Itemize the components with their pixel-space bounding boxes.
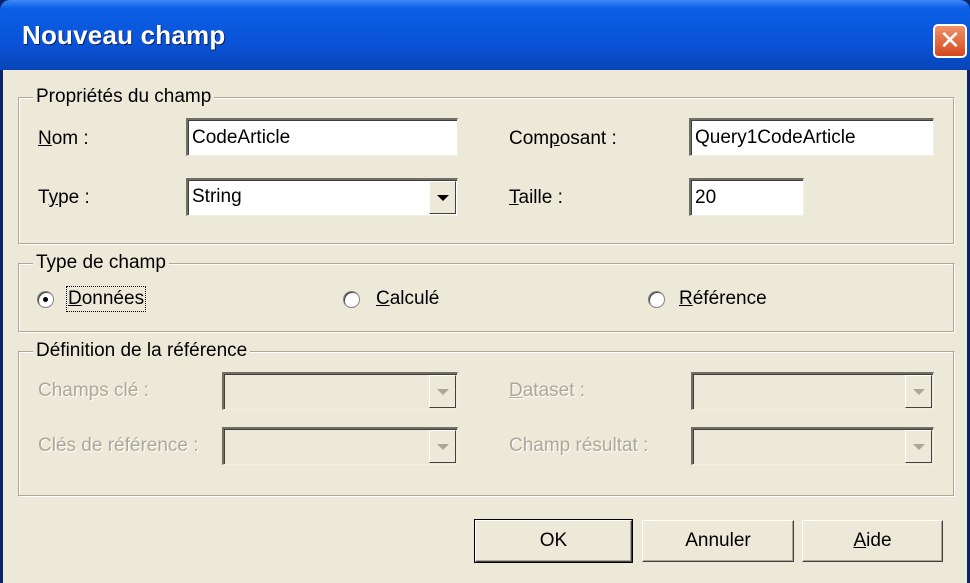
cles-reference-label: Clés de référence :	[38, 435, 199, 456]
champs-cle-label: Champs clé :	[38, 380, 149, 401]
champ-resultat-dropdown-button	[905, 430, 932, 463]
dataset-dropdown-button	[905, 375, 932, 408]
radio-reference[interactable]	[648, 291, 665, 308]
composant-label: Composant :	[509, 128, 617, 149]
ok-button[interactable]: OK	[474, 519, 633, 563]
title-bar[interactable]: Nouveau champ ✕	[0, 0, 970, 70]
dataset-label: Dataset :	[509, 380, 586, 401]
radio-donnees[interactable]	[37, 291, 54, 308]
help-button[interactable]: Aide	[802, 520, 943, 562]
taille-label: Taille :	[509, 187, 563, 208]
close-icon: ✕	[939, 26, 961, 56]
dialog-window: Nouveau champ ✕ Propriétés du champ Nom …	[0, 0, 970, 583]
type-combobox[interactable]: String	[186, 178, 458, 216]
nom-label: Nom :	[38, 128, 89, 149]
radio-calcule[interactable]	[343, 291, 360, 308]
type-dropdown-button[interactable]	[429, 181, 456, 214]
field-type-group: Type de champ Données Calculé Référence	[18, 252, 955, 333]
close-button[interactable]: ✕	[933, 24, 967, 58]
nom-input[interactable]	[186, 118, 458, 156]
field-properties-group: Propriétés du champ Nom : Composant : Ty…	[18, 86, 955, 245]
cancel-button[interactable]: Annuler	[642, 520, 794, 562]
type-label: Type :	[38, 187, 90, 208]
chevron-down-icon	[912, 388, 925, 395]
help-label-rest: ide	[866, 530, 892, 551]
field-type-legend: Type de champ	[33, 252, 169, 274]
chevron-down-icon	[436, 388, 449, 395]
chevron-down-icon	[436, 194, 449, 201]
radio-reference-label[interactable]: Référence	[679, 288, 767, 310]
composant-input[interactable]	[689, 118, 934, 156]
type-combobox-value: String	[192, 186, 242, 207]
radio-calcule-label[interactable]: Calculé	[376, 288, 439, 310]
champs-cle-combobox	[222, 372, 458, 410]
help-mnemonic: A	[853, 530, 867, 551]
champs-cle-dropdown-button	[429, 375, 456, 408]
champ-resultat-label: Champ résultat :	[509, 435, 649, 456]
chevron-down-icon	[436, 443, 449, 450]
field-properties-legend: Propriétés du champ	[33, 86, 215, 108]
cles-reference-combobox	[222, 427, 458, 465]
taille-input[interactable]	[689, 178, 804, 216]
radio-selected-dot	[43, 297, 48, 302]
reference-definition-legend: Définition de la référence	[33, 340, 251, 362]
champ-resultat-combobox	[691, 427, 934, 465]
cles-reference-dropdown-button	[429, 430, 456, 463]
dialog-client: Propriétés du champ Nom : Composant : Ty…	[3, 70, 967, 583]
radio-donnees-label[interactable]: Données	[65, 286, 147, 312]
reference-definition-group: Définition de la référence Champs clé : …	[18, 340, 955, 497]
window-title: Nouveau champ	[22, 20, 226, 50]
dataset-combobox	[691, 372, 934, 410]
chevron-down-icon	[912, 443, 925, 450]
